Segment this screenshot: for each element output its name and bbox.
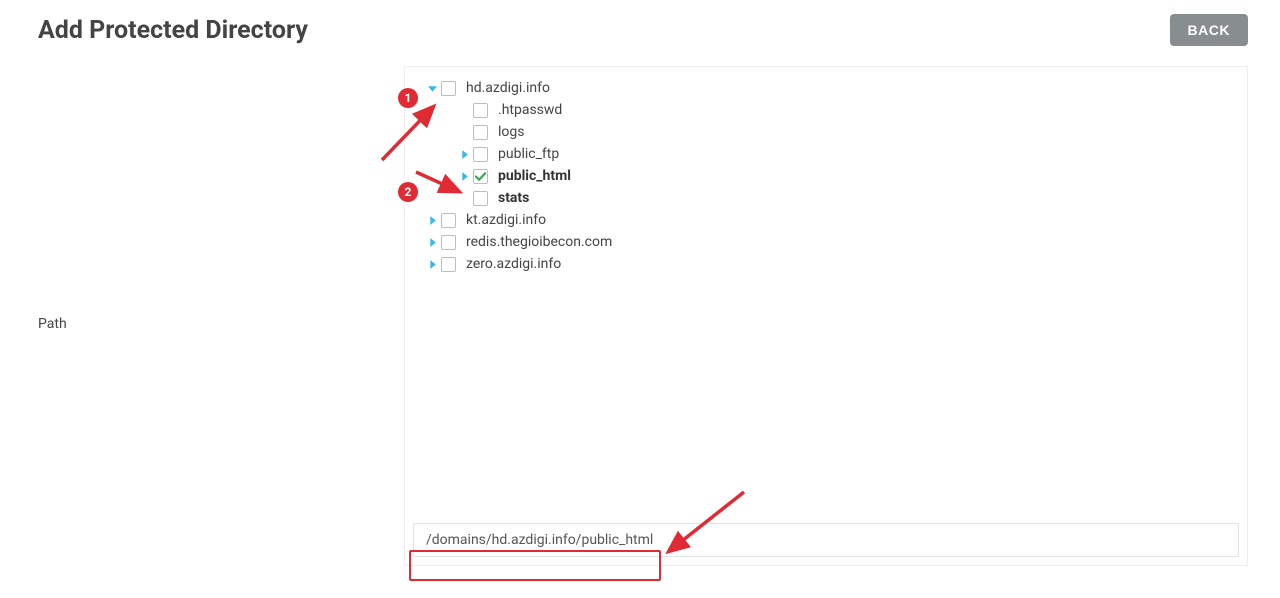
directory-checkbox[interactable] xyxy=(473,169,488,184)
tree-row[interactable]: logs xyxy=(455,121,1229,143)
directory-checkbox[interactable] xyxy=(473,147,488,162)
directory-checkbox[interactable] xyxy=(441,81,456,96)
directory-label: hd.azdigi.info xyxy=(466,77,550,99)
page-title: Add Protected Directory xyxy=(38,16,308,45)
directory-panel: hd.azdigi.info.htpasswdlogspublic_ftppub… xyxy=(404,66,1248,566)
directory-label: redis.thegioibecon.com xyxy=(466,231,612,253)
directory-checkbox[interactable] xyxy=(473,125,488,140)
tree-row[interactable]: public_ftp xyxy=(455,143,1229,165)
directory-label: zero.azdigi.info xyxy=(466,253,561,275)
chevron-right-icon[interactable] xyxy=(455,149,473,160)
directory-label: logs xyxy=(498,121,524,143)
directory-tree: hd.azdigi.info.htpasswdlogspublic_ftppub… xyxy=(405,67,1247,515)
chevron-right-icon[interactable] xyxy=(423,259,441,270)
chevron-right-icon[interactable] xyxy=(455,171,473,182)
path-input[interactable] xyxy=(413,523,1239,557)
directory-label: stats xyxy=(498,187,529,209)
back-button[interactable]: BACK xyxy=(1170,14,1248,46)
tree-row[interactable]: .htpasswd xyxy=(455,99,1229,121)
directory-label: .htpasswd xyxy=(498,99,562,121)
chevron-right-icon[interactable] xyxy=(423,237,441,248)
tree-row[interactable]: public_html xyxy=(455,165,1229,187)
path-section-label: Path xyxy=(38,66,404,566)
tree-row[interactable]: hd.azdigi.info xyxy=(423,77,1229,99)
directory-checkbox[interactable] xyxy=(441,213,456,228)
tree-row[interactable]: zero.azdigi.info xyxy=(423,253,1229,275)
directory-checkbox[interactable] xyxy=(441,235,456,250)
directory-label: public_ftp xyxy=(498,143,559,165)
directory-checkbox[interactable] xyxy=(441,257,456,272)
tree-row[interactable]: kt.azdigi.info xyxy=(423,209,1229,231)
directory-checkbox[interactable] xyxy=(473,103,488,118)
chevron-down-icon[interactable] xyxy=(423,83,441,94)
tree-row[interactable]: stats xyxy=(455,187,1229,209)
tree-row[interactable]: redis.thegioibecon.com xyxy=(423,231,1229,253)
chevron-right-icon[interactable] xyxy=(423,215,441,226)
directory-checkbox[interactable] xyxy=(473,191,488,206)
directory-label: public_html xyxy=(498,165,571,187)
directory-label: kt.azdigi.info xyxy=(466,209,546,231)
